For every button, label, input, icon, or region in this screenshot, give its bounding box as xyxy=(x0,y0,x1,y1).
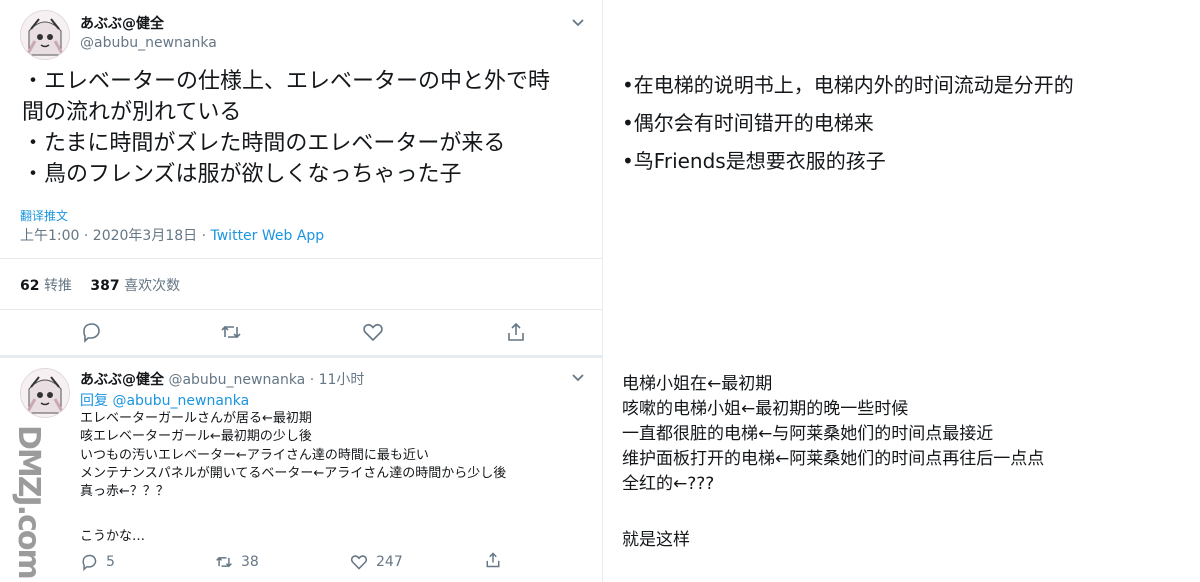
translation-line: •鸟Friends是想要衣服的孩子 xyxy=(622,149,886,173)
divider xyxy=(0,258,602,259)
tweet-stats: 62 转推 387 喜欢次数 xyxy=(20,275,180,295)
translation-note: 维护面板打开的电梯←阿莱桑她们的时间点再往后一点点 xyxy=(622,449,1045,469)
tweet-line: 間の流れが別れている xyxy=(22,100,242,125)
retweets-count[interactable]: 62 xyxy=(20,278,39,294)
avatar-image xyxy=(21,11,69,59)
retweet-button[interactable]: 38 xyxy=(215,553,259,571)
translation-line: •在电梯的说明书上，电梯内外的时间流动是分开的 xyxy=(622,73,1074,97)
divider xyxy=(0,309,602,310)
reply-line: 咳エレベーターガール←最初期の少し後 xyxy=(80,429,312,445)
translation-note: 一直都很脏的电梯←与阿莱桑她们的时间点最接近 xyxy=(622,424,994,444)
translation-notes: 电梯小姐在←最初期 咳嗽的电梯小姐←最初期的晚一些时候 一直都很脏的电梯←与阿莱… xyxy=(622,372,1044,497)
reply-line: エレベーターガールさんが居る←最初期 xyxy=(80,411,312,426)
reply-icon xyxy=(82,554,97,571)
retweets-label[interactable]: 转推 xyxy=(44,278,72,294)
like-icon[interactable] xyxy=(362,321,384,343)
tweet-time[interactable]: 上午1:00 · 2020年3月18日 · xyxy=(20,228,211,244)
translation-bullets: •在电梯的说明书上，电梯内外的时间流动是分开的 •偶尔会有时间错开的电梯来 •鸟… xyxy=(622,66,1074,180)
avatar[interactable] xyxy=(20,10,70,60)
reply-handle-time[interactable]: @abubu_newnanka · 11小时 xyxy=(168,372,364,388)
retweet-count: 38 xyxy=(241,554,259,570)
share-icon[interactable] xyxy=(484,551,502,569)
chevron-down-icon[interactable] xyxy=(570,369,586,385)
reply-text: エレベーターガールさんが居る←最初期 咳エレベーターガール←最初期の少し後 いつ… xyxy=(80,410,506,501)
author-handle[interactable]: @abubu_newnanka xyxy=(80,35,217,51)
chevron-down-icon[interactable] xyxy=(570,14,586,30)
translation-note: 电梯小姐在←最初期 xyxy=(622,374,773,394)
avatar[interactable] xyxy=(20,368,70,418)
retweet-icon xyxy=(216,556,232,568)
translation-line: •偶尔会有时间错开的电梯来 xyxy=(622,111,874,135)
reply-count: 5 xyxy=(106,554,115,570)
tweet-line: ・エレベーターの仕様上、エレベーターの中と外で時 xyxy=(22,69,551,94)
avatar-image xyxy=(21,369,69,417)
retweet-icon[interactable] xyxy=(220,321,242,343)
tweet-app[interactable]: Twitter Web App xyxy=(211,228,325,244)
like-button[interactable]: 247 xyxy=(350,553,403,571)
panel-divider xyxy=(602,0,603,582)
translation-note: 全红的←??? xyxy=(622,474,715,494)
replying-to[interactable]: 回复 @abubu_newnanka xyxy=(80,390,249,410)
reply-ending: こうかな… xyxy=(80,529,146,544)
like-icon xyxy=(350,555,368,570)
reply-button[interactable]: 5 xyxy=(80,553,115,571)
watermark: DMZJ.com xyxy=(11,425,46,578)
reply-author-name[interactable]: あぶぶ@健全 xyxy=(80,372,164,388)
translation-ending: 就是这样 xyxy=(622,530,690,550)
tweet-text: ・エレベーターの仕様上、エレベーターの中と外で時 間の流れが別れている ・たまに… xyxy=(22,66,550,190)
tweet-line: ・鳥のフレンズは服が欲しくなっちゃった子 xyxy=(22,162,462,187)
reply-header: あぶぶ@健全 @abubu_newnanka · 11小时 xyxy=(80,369,364,389)
reply-icon[interactable] xyxy=(80,321,102,343)
translate-link[interactable]: 翻译推文 xyxy=(20,207,68,224)
tweet-line: ・たまに時間がズレた時間のエレベーターが来る xyxy=(22,131,506,156)
tweet-meta: 上午1:00 · 2020年3月18日 · Twitter Web App xyxy=(20,225,324,245)
tweet-panel: あぶぶ@健全 @abubu_newnanka ・エレベーターの仕様上、エレベータ… xyxy=(0,0,602,582)
reply-line: メンテナンスパネルが開いてるベーター←アライさん達の時間から少し後 xyxy=(80,465,507,481)
like-count: 247 xyxy=(376,554,403,570)
likes-count[interactable]: 387 xyxy=(90,278,119,294)
author-name[interactable]: あぶぶ@健全 xyxy=(80,13,164,33)
reply-line: 真っ赤←？？？ xyxy=(80,484,169,500)
likes-label[interactable]: 喜欢次数 xyxy=(124,278,180,294)
reply-line: いつもの汚いエレベーター←アライさん達の時間に最も近い xyxy=(80,447,429,463)
share-icon[interactable] xyxy=(505,321,527,343)
translation-note: 咳嗽的电梯小姐←最初期的晚一些时候 xyxy=(622,399,909,419)
divider xyxy=(0,355,602,358)
